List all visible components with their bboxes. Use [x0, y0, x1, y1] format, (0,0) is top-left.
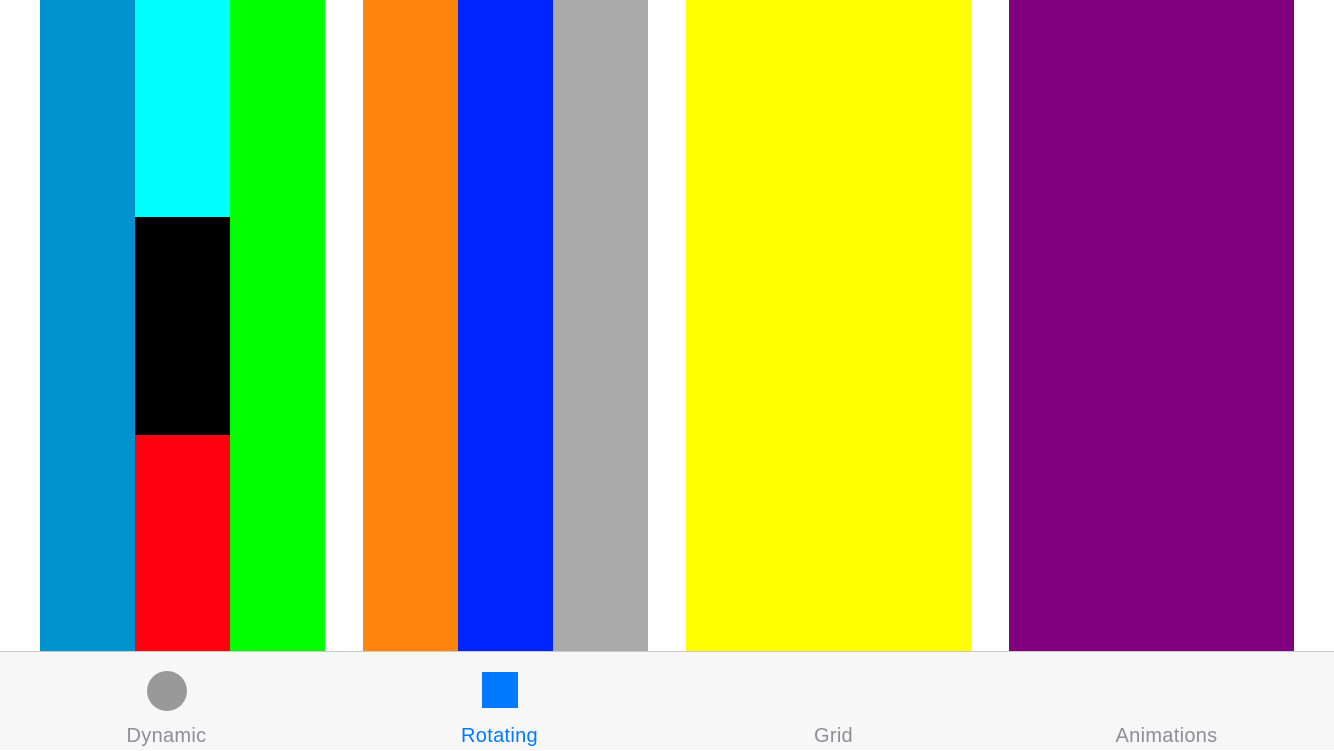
cyan-block	[135, 0, 230, 217]
square-icon	[481, 672, 518, 708]
tab-rotating[interactable]: Rotating	[333, 652, 666, 751]
blue-block	[458, 0, 553, 652]
tab-label-dynamic: Dynamic	[126, 725, 207, 747]
green-block	[230, 0, 325, 652]
red-block	[135, 435, 230, 652]
tab-label-animations: Animations	[1115, 725, 1218, 747]
yellow-block	[686, 0, 971, 652]
teal-block	[40, 0, 135, 652]
black-block	[135, 217, 230, 435]
orange-block	[363, 0, 458, 652]
color-blocks-view	[0, 0, 1334, 652]
tab-grid[interactable]: Grid	[667, 652, 1000, 751]
tab-dynamic[interactable]: Dynamic	[0, 652, 333, 751]
purple-block	[1009, 0, 1294, 652]
tab-label-grid: Grid	[814, 725, 853, 747]
tab-animations[interactable]: Animations	[1000, 652, 1333, 751]
tab-bar: Dynamic Rotating Grid Animations	[0, 651, 1334, 750]
circle-icon	[146, 671, 187, 711]
gray-block	[553, 0, 648, 652]
tab-label-rotating: Rotating	[461, 725, 538, 747]
